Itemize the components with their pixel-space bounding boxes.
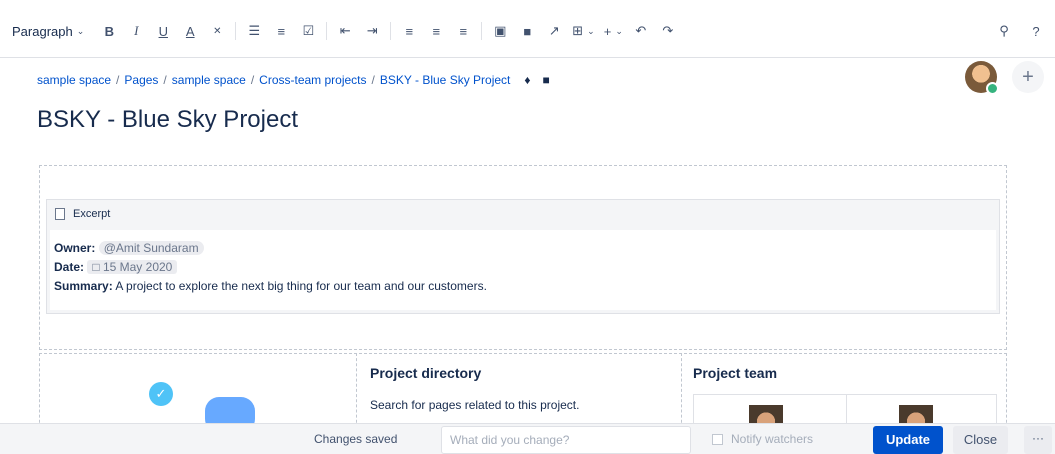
date-lozenge[interactable]: □ 15 May 2020 (87, 260, 178, 274)
breadcrumb-separator: / (371, 73, 375, 87)
summary-label: Summary: (54, 279, 113, 293)
text-color-icon[interactable]: A (181, 20, 199, 42)
document-icon (55, 208, 65, 220)
restrictions-lock-icon[interactable]: ■ (543, 73, 550, 87)
underline-icon[interactable]: U (154, 20, 172, 42)
excerpt-title: Excerpt (73, 208, 111, 220)
align-right-icon[interactable]: ≡ (454, 20, 472, 42)
undo-icon[interactable]: ↶ (632, 20, 650, 42)
plus-icon: + (603, 23, 612, 39)
toolbar-divider (235, 22, 237, 40)
close-button[interactable]: Close (953, 426, 1008, 454)
outdent-icon[interactable]: ⇤ (336, 20, 354, 42)
excerpt-body[interactable]: Owner: @Amit Sundaram Date: □ 15 May 202… (50, 230, 996, 310)
table-dropdown[interactable]: ⊞ ⌄ (572, 20, 594, 42)
toolbar-left: Paragraph ⌄ B I U A ✕ ☰ ≡ ☑ ⇤ ⇥ ≡ ≡ ≡ ▣ … (12, 20, 686, 42)
link-icon[interactable]: ↗ (545, 20, 563, 42)
notify-watchers-toggle[interactable]: Notify watchers (712, 432, 813, 446)
breadcrumb-separator: / (250, 73, 255, 87)
save-status: Changes saved (314, 432, 398, 446)
notify-watchers-checkbox[interactable] (712, 433, 723, 445)
chevron-down-icon: ⌄ (587, 25, 595, 36)
align-center-icon[interactable]: ≡ (427, 20, 445, 42)
more-options-button[interactable]: ··· (1024, 426, 1052, 454)
breadcrumb-separator: / (163, 73, 167, 87)
date-label: Date: (54, 260, 85, 274)
date-line: Date: □ 15 May 2020 (54, 258, 992, 277)
collaborator-avatar[interactable] (965, 61, 999, 95)
project-directory-description: Search for pages related to this project… (370, 398, 580, 412)
numbered-list-icon[interactable]: ≡ (272, 20, 290, 42)
notify-watchers-label: Notify watchers (731, 432, 814, 446)
check-circle-icon: ✓ (149, 382, 173, 406)
change-comment-input[interactable] (441, 426, 691, 454)
task-list-icon[interactable]: ☑ (299, 20, 317, 42)
image-icon[interactable]: ■ (518, 20, 536, 42)
invite-collaborator-button[interactable]: + (1012, 61, 1044, 93)
owner-mention[interactable]: @Amit Sundaram (98, 241, 204, 255)
bullet-list-icon[interactable]: ☰ (245, 20, 263, 42)
layout-icon[interactable]: ▣ (491, 20, 509, 42)
italic-icon[interactable]: I (127, 20, 145, 42)
breadcrumb-item[interactable]: Pages (124, 73, 158, 87)
paragraph-label: Paragraph (12, 23, 73, 39)
toolbar-divider (481, 22, 483, 40)
chevron-down-icon: ⌄ (615, 25, 623, 36)
chevron-down-icon: ⌄ (76, 25, 85, 36)
owner-label: Owner: (54, 241, 96, 255)
bold-icon[interactable]: B (100, 20, 118, 42)
breadcrumb-item[interactable]: sample space (37, 73, 111, 87)
align-left-icon[interactable]: ≡ (400, 20, 418, 42)
owner-line: Owner: @Amit Sundaram (54, 239, 992, 258)
redo-icon[interactable]: ↷ (659, 20, 677, 42)
layout-column-left[interactable] (39, 353, 355, 433)
online-badge (986, 82, 999, 95)
indent-icon[interactable]: ⇥ (363, 20, 381, 42)
search-icon[interactable]: ⚲ (995, 20, 1013, 42)
page-title[interactable]: BSKY - Blue Sky Project (37, 106, 298, 134)
summary-value: A project to explore the next big thing … (115, 279, 487, 293)
breadcrumb-item[interactable]: sample space (172, 73, 246, 87)
toolbar-divider (326, 22, 328, 40)
table-icon: ⊞ (572, 23, 584, 38)
breadcrumb-item[interactable]: BSKY - Blue Sky Project (380, 73, 511, 87)
toolbar-divider (390, 22, 392, 40)
breadcrumb-separator: / (116, 73, 120, 87)
project-team-heading: Project team (693, 365, 778, 381)
breadcrumb: sample space / Pages / sample space / Cr… (37, 73, 550, 87)
summary-line: Summary: A project to explore the next b… (54, 277, 992, 296)
date-value: 15 May 2020 (102, 260, 173, 274)
toolbar-right: ⚲ ? (981, 20, 1045, 42)
project-directory-heading: Project directory (370, 365, 482, 381)
label-tag-icon[interactable]: ♦ (524, 73, 530, 87)
update-button[interactable]: Update (873, 426, 943, 454)
editor-toolbar: Paragraph ⌄ B I U A ✕ ☰ ≡ ☑ ⇤ ⇥ ≡ ≡ ≡ ▣ … (0, 0, 1055, 58)
excerpt-macro[interactable]: Excerpt Owner: @Amit Sundaram Date: □ 15… (46, 199, 1000, 314)
excerpt-header: Excerpt (47, 200, 999, 228)
breadcrumb-item[interactable]: Cross-team projects (259, 73, 366, 87)
paragraph-style-dropdown[interactable]: Paragraph ⌄ (12, 20, 84, 42)
insert-dropdown[interactable]: + ⌄ (604, 20, 623, 42)
clear-formatting-icon[interactable]: ✕ (208, 20, 226, 42)
help-icon[interactable]: ? (1027, 20, 1045, 42)
